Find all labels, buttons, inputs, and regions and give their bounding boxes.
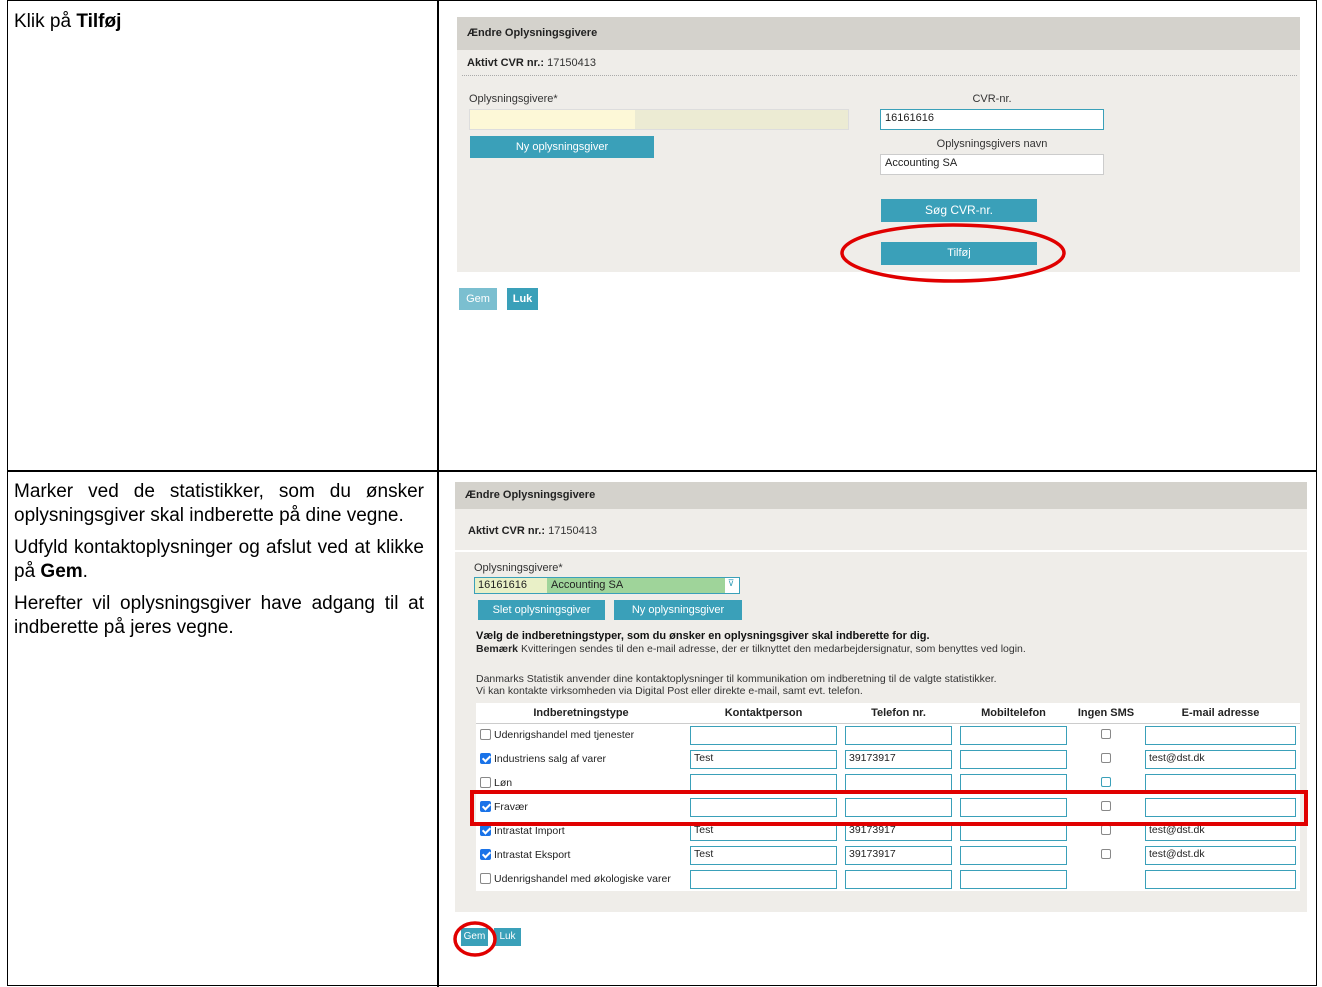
type-cell[interactable]: Udenrigshandel med økologiske varer <box>476 867 686 891</box>
step2-ny-oplysningsgiver-button[interactable]: Ny oplysningsgiver <box>614 600 742 620</box>
email-input[interactable] <box>1145 725 1296 745</box>
step1-gem-button[interactable]: Gem <box>459 288 497 310</box>
step2-oplysningsgiver-select[interactable]: 16161616 Accounting SA ⊽ <box>474 577 740 594</box>
type-label: Industriens salg af varer <box>494 753 607 765</box>
ingen-sms-checkbox[interactable] <box>1101 848 1111 859</box>
table-row: Udenrigshandel med tjenester <box>476 723 1300 747</box>
step2-notice: Vælg de indberetningstyper, som du ønske… <box>476 630 930 642</box>
table-row: Industriens salg af varer Test 39173917 … <box>476 747 1300 771</box>
type-cell[interactable]: Udenrigshandel med tjenester <box>476 723 686 747</box>
step1-oplysningsgivere-label: Oplysningsgivere* <box>469 93 558 105</box>
step1-luk-button[interactable]: Luk <box>507 288 538 310</box>
step2-cvr-line: Aktivt CVR nr.: 17150413 <box>468 525 597 537</box>
step1-sog-cvr-button[interactable]: Søg CVR-nr. <box>881 199 1037 222</box>
ingen-sms-checkbox[interactable] <box>1101 752 1111 763</box>
step1-navn-input[interactable]: Accounting SA <box>880 154 1104 175</box>
phone-input[interactable] <box>845 869 952 889</box>
mobile-input[interactable] <box>960 845 1067 865</box>
step1-select-highlight <box>470 110 635 129</box>
row-divider <box>7 470 1317 472</box>
step1-separator <box>462 75 1297 76</box>
row-checkbox[interactable] <box>480 777 491 788</box>
mobile-input[interactable] <box>960 869 1067 889</box>
type-label: Intrastat Eksport <box>494 849 571 861</box>
step2-instruction-p2-suffix: . <box>82 561 88 582</box>
step2-bemaerk-label: Bemærk <box>476 643 519 655</box>
step2-instruction-p2-bold: Gem <box>40 561 83 582</box>
header-telefon: Telefon nr. <box>841 703 956 724</box>
row-checkbox[interactable] <box>480 753 491 764</box>
step2-oplysningsgivere-label: Oplysningsgivere* <box>474 562 563 574</box>
table-row: Intrastat Eksport Test 39173917 test@dst… <box>476 843 1300 867</box>
step2-instruction-p1: Marker ved de statistikker, som du ønske… <box>14 481 424 526</box>
ingen-sms-checkbox[interactable] <box>1101 824 1111 835</box>
email-input[interactable]: test@dst.dk <box>1145 845 1296 865</box>
step2-instruction: Marker ved de statistikker, som du ønske… <box>14 480 424 648</box>
step2-bemaerk-text: Kvitteringen sendes til den e-mail adres… <box>518 643 1026 655</box>
contact-input[interactable]: Test <box>690 845 837 865</box>
email-input[interactable]: test@dst.dk <box>1145 749 1296 769</box>
email-input[interactable] <box>1145 869 1296 889</box>
step1-cvr-nr-input[interactable]: 16161616 <box>880 109 1104 130</box>
step2-gem-highlight-ellipse <box>453 921 497 957</box>
header-indberetningstype: Indberetningstype <box>476 703 686 724</box>
step1-cvr-value: 17150413 <box>547 57 597 69</box>
phone-input[interactable]: 39173917 <box>845 749 952 769</box>
step2-info-line2: Vi kan kontakte virksomheden via Digital… <box>476 685 863 697</box>
table-row: Udenrigshandel med økologiske varer <box>476 867 1300 891</box>
step1-oplysningsgivere-select[interactable] <box>469 109 849 130</box>
step2-select-name: Accounting SA <box>547 578 725 593</box>
ingen-sms-checkbox[interactable] <box>1101 728 1111 739</box>
step2-cvr-label: Aktivt CVR nr.: <box>468 525 546 537</box>
step2-instruction-p2: Udfyld kontaktoplysninger og afslut ved … <box>14 536 424 584</box>
header-email: E-mail adresse <box>1141 703 1300 724</box>
chevron-down-icon[interactable]: ⊽ <box>725 578 737 593</box>
contact-input[interactable]: Test <box>690 749 837 769</box>
step2-panel-header: Ændre Oplysningsgivere <box>455 482 1307 509</box>
step1-ny-oplysningsgiver-button[interactable]: Ny oplysningsgiver <box>470 136 654 158</box>
type-cell[interactable]: Industriens salg af varer <box>476 747 686 771</box>
step1-cvr-line: Aktivt CVR nr.: 17150413 <box>467 57 596 69</box>
step1-instruction-bold: Tilføj <box>76 11 122 32</box>
step1-cvr-nr-label: CVR-nr. <box>972 93 1012 105</box>
type-label: Udenrigshandel med økologiske varer <box>494 873 671 885</box>
header-ingen-sms: Ingen SMS <box>1071 703 1141 724</box>
step2-highlight-rectangle <box>470 790 1308 826</box>
phone-input[interactable]: 39173917 <box>845 845 952 865</box>
step1-instruction: Klik på Tilføj <box>14 10 121 34</box>
type-label: Udenrigshandel med tjenester <box>494 729 635 742</box>
mobile-input[interactable] <box>960 725 1067 745</box>
mobile-input[interactable] <box>960 749 1067 769</box>
step2-cvr-value: 17150413 <box>548 525 598 537</box>
step2-instruction-p3: Herefter vil oplysningsgiver have adgang… <box>14 593 424 638</box>
type-label: Intrastat Import <box>494 825 565 837</box>
step1-highlight-ellipse <box>840 223 1066 283</box>
contact-input[interactable] <box>690 869 837 889</box>
step1-navn-label: Oplysningsgivers navn <box>936 138 1048 150</box>
step2-slet-oplysningsgiver-button[interactable]: Slet oplysningsgiver <box>478 600 605 620</box>
step1-cvr-label: Aktivt CVR nr.: <box>467 57 545 69</box>
step2-select-cvr: 16161616 <box>475 578 547 593</box>
step1-instruction-text: Klik på <box>14 11 77 32</box>
contact-input[interactable] <box>690 725 837 745</box>
step1-panel-title: Ændre Oplysningsgivere <box>467 27 598 39</box>
row-checkbox[interactable] <box>480 825 491 836</box>
column-divider <box>437 0 439 987</box>
type-label: Løn <box>494 777 513 789</box>
row-checkbox[interactable] <box>480 849 491 860</box>
header-kontaktperson: Kontaktperson <box>686 703 841 724</box>
step1-panel-header: Ændre Oplysningsgivere <box>457 17 1300 50</box>
table-header-row: Indberetningstype Kontaktperson Telefon … <box>476 703 1300 724</box>
header-mobiltelefon: Mobiltelefon <box>956 703 1071 724</box>
step2-info-line1: Danmarks Statistik anvender dine kontakt… <box>476 673 997 685</box>
ingen-sms-checkbox[interactable] <box>1101 776 1111 787</box>
step2-panel-title: Ændre Oplysningsgivere <box>465 489 596 501</box>
step2-bemaerk: Bemærk Kvitteringen sendes til den e-mai… <box>476 643 1026 655</box>
row-checkbox[interactable] <box>480 873 491 884</box>
row-checkbox[interactable] <box>480 729 491 741</box>
phone-input[interactable] <box>845 725 952 745</box>
type-cell[interactable]: Intrastat Eksport <box>476 843 686 867</box>
